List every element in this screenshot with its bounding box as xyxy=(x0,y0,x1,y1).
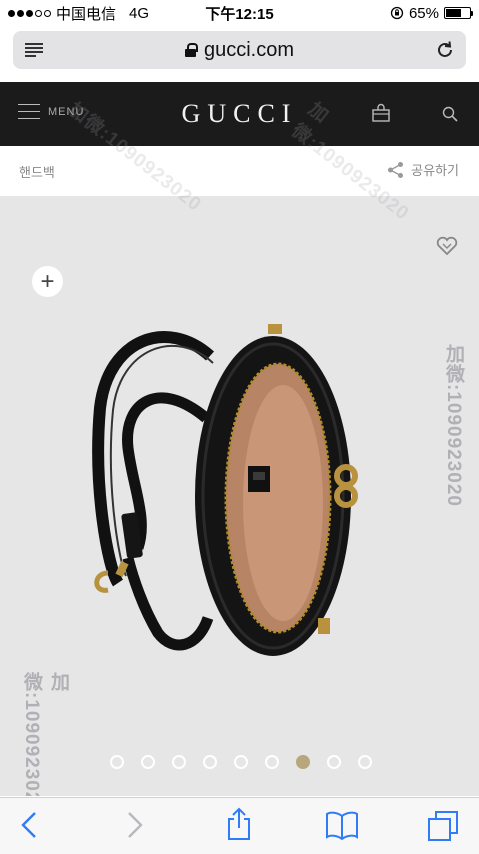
url-text: gucci.com xyxy=(203,38,295,61)
share-label: 공유하기 xyxy=(411,163,459,178)
product-gallery[interactable]: + 加微:1090923020 加微:1090923020 xyxy=(0,196,479,796)
reload-icon[interactable] xyxy=(434,39,456,61)
breadcrumb-category[interactable]: 핸드백 xyxy=(19,162,55,181)
status-right: 65% xyxy=(390,4,473,22)
reader-view-icon[interactable] xyxy=(25,43,43,57)
back-icon[interactable] xyxy=(20,810,38,840)
shopping-bag-icon[interactable] xyxy=(371,103,391,123)
search-icon[interactable] xyxy=(442,106,458,122)
hamburger-icon xyxy=(18,104,40,119)
menu-button[interactable]: MENU xyxy=(18,104,84,119)
pagination-dot[interactable] xyxy=(171,755,186,769)
pagination-dot[interactable] xyxy=(202,755,217,769)
tabs-icon[interactable] xyxy=(427,810,459,842)
watermark-text: 加微:1090923020 xyxy=(443,344,464,507)
carrier-name: 中国电信 xyxy=(56,5,117,23)
battery-percent: 65% xyxy=(408,4,439,22)
pagination-dot[interactable] xyxy=(140,755,155,769)
forward-icon[interactable] xyxy=(126,810,144,840)
pagination-dot[interactable] xyxy=(326,755,341,769)
lock-icon xyxy=(184,43,198,57)
menu-label: MENU xyxy=(48,105,85,118)
share-sheet-icon[interactable] xyxy=(226,807,252,841)
breadcrumb-row: 핸드백 공유하기 xyxy=(0,146,479,196)
gallery-pagination xyxy=(0,755,479,769)
status-bar: 中国电信 4G 下午12:15 65% xyxy=(0,0,479,26)
pagination-dot-active[interactable] xyxy=(295,755,310,769)
bookmarks-icon[interactable] xyxy=(325,810,359,840)
battery-level xyxy=(446,9,461,17)
watermark-text: 加微:1090923020 xyxy=(21,672,69,796)
zoom-plus-button[interactable]: + xyxy=(32,266,63,297)
wishlist-heart-icon[interactable] xyxy=(436,236,458,256)
pagination-dot[interactable] xyxy=(109,755,124,769)
share-icon xyxy=(388,161,404,178)
pagination-dot[interactable] xyxy=(233,755,248,769)
product-image xyxy=(92,324,358,656)
battery-icon xyxy=(444,7,473,19)
pagination-dot[interactable] xyxy=(264,755,279,769)
site-header: MENU GUCCI xyxy=(0,82,479,146)
signal-strength-icon xyxy=(8,9,51,17)
browser-toolbar xyxy=(0,797,479,854)
pagination-dot[interactable] xyxy=(357,755,372,769)
share-button[interactable]: 공유하기 xyxy=(387,160,459,179)
network-type: 4G xyxy=(129,4,150,22)
status-left: 中国电信 4G xyxy=(8,3,149,24)
url-display[interactable]: gucci.com xyxy=(13,31,466,69)
orientation-lock-icon xyxy=(390,6,404,20)
address-bar[interactable]: gucci.com xyxy=(13,31,466,69)
